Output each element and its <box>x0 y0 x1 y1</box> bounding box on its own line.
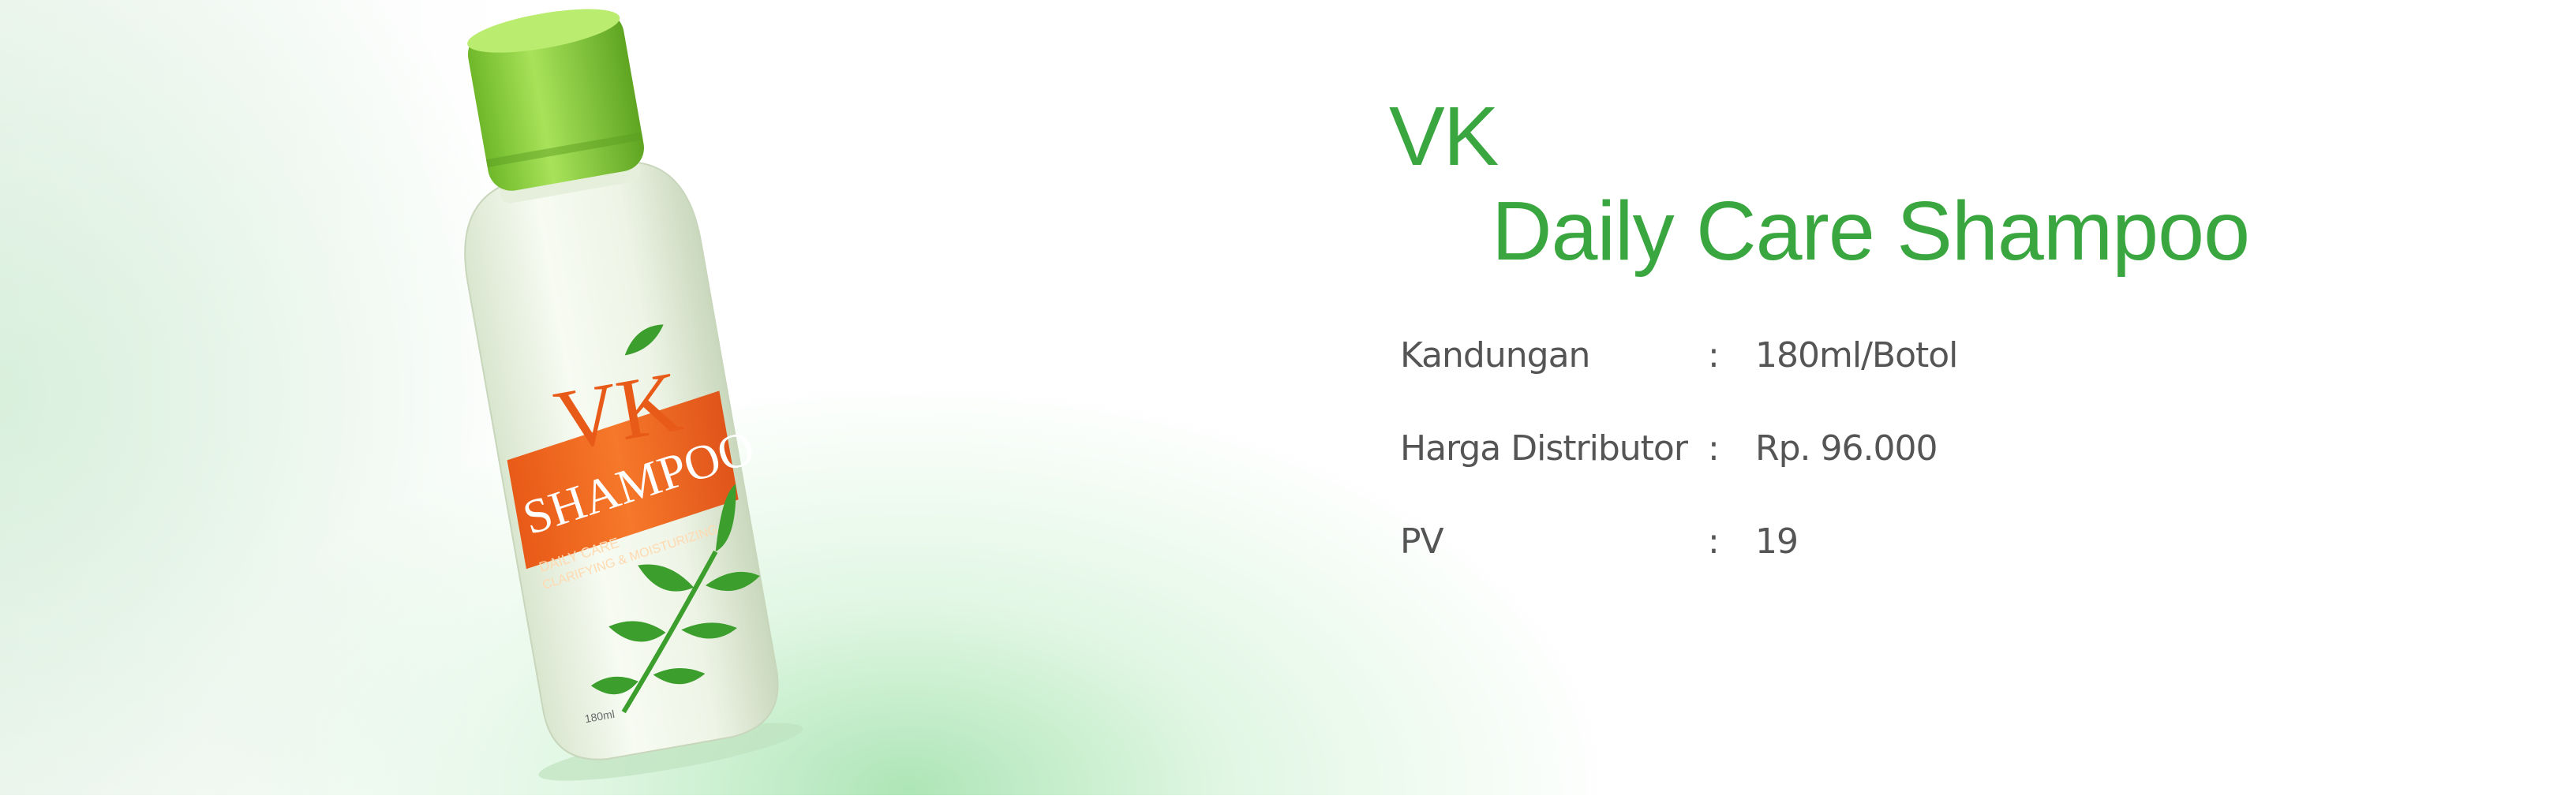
bottle-illustration: VK SHAMPOO DAILY CARE CLARIFYING & MOIST… <box>464 9 803 781</box>
spec-label: Kandungan <box>1400 335 1590 375</box>
spec-row-kandungan: Kandungan : 180ml/Botol <box>1400 335 2189 428</box>
spec-separator: : <box>1708 335 1720 375</box>
product-specs: Kandungan : 180ml/Botol Harga Distributo… <box>1400 335 2189 615</box>
spec-row-pv: PV : 19 <box>1400 521 2189 615</box>
spec-separator: : <box>1708 428 1720 469</box>
shampoo-bottle-image: VK SHAMPOO DAILY CARE CLARIFYING & MOIST… <box>371 0 844 789</box>
spec-value: 19 <box>1755 521 1799 562</box>
product-banner: VK SHAMPOO DAILY CARE CLARIFYING & MOIST… <box>0 0 2576 807</box>
spec-row-harga: Harga Distributor : Rp. 96.000 <box>1400 428 2189 521</box>
spec-separator: : <box>1708 521 1720 562</box>
product-brand: VK <box>1389 90 1499 183</box>
spec-value: Rp. 96.000 <box>1755 428 1938 469</box>
product-name: Daily Care Shampoo <box>1492 185 2250 278</box>
bottom-border <box>0 795 2576 807</box>
spec-value: 180ml/Botol <box>1755 335 1958 375</box>
spec-label: PV <box>1400 521 1444 562</box>
spec-label: Harga Distributor <box>1400 428 1688 469</box>
product-info: VK Daily Care Shampoo Kandungan : 180ml/… <box>1389 95 2494 647</box>
